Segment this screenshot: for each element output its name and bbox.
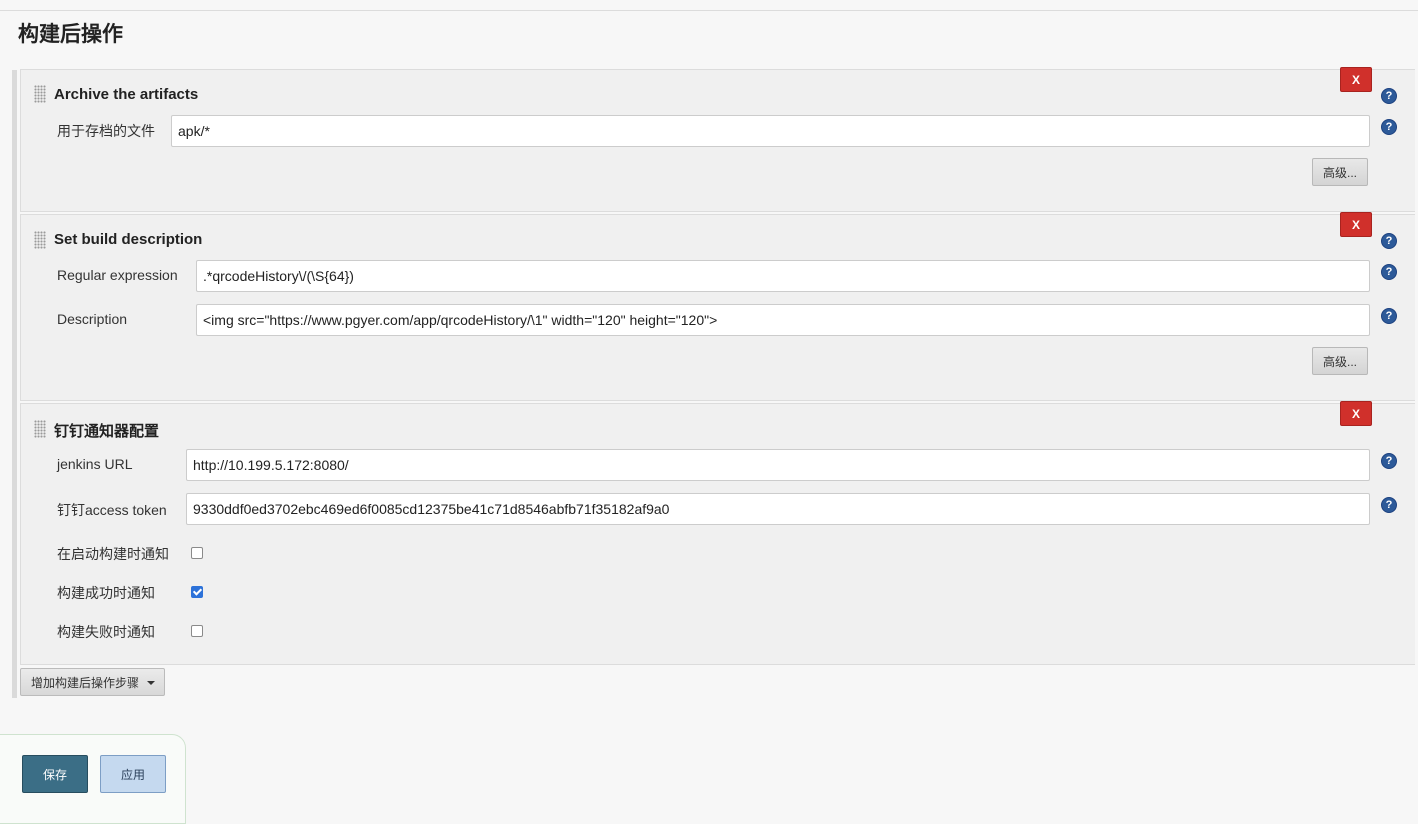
notify-on-start-label: 在启动构建时通知 bbox=[57, 546, 169, 562]
advanced-button[interactable]: 高级... bbox=[1312, 158, 1368, 186]
build-description-panel: Set build description X ? Regular expres… bbox=[20, 212, 1415, 401]
help-icon[interactable]: ? bbox=[1381, 264, 1397, 280]
regex-input[interactable] bbox=[196, 260, 1370, 292]
panel-title: 钉钉通知器配置 bbox=[54, 423, 160, 440]
drag-handle-icon[interactable] bbox=[34, 231, 46, 249]
drag-handle-icon[interactable] bbox=[34, 420, 46, 438]
advanced-button[interactable]: 高级... bbox=[1312, 347, 1368, 375]
description-input[interactable] bbox=[196, 304, 1370, 336]
section-side-bar bbox=[12, 70, 17, 698]
notify-on-failure-label: 构建失败时通知 bbox=[57, 624, 155, 640]
panel-title: Archive the artifacts bbox=[54, 86, 199, 103]
top-divider bbox=[0, 10, 1418, 11]
files-to-archive-label: 用于存档的文件 bbox=[57, 123, 155, 139]
notify-on-success-checkbox[interactable] bbox=[191, 586, 203, 598]
help-icon[interactable]: ? bbox=[1381, 308, 1397, 324]
add-step-label: 增加构建后操作步骤 bbox=[31, 675, 140, 690]
notify-on-failure-checkbox[interactable] bbox=[191, 625, 203, 637]
jenkins-url-label: jenkins URL bbox=[57, 456, 133, 472]
delete-step-button[interactable]: X bbox=[1340, 401, 1372, 426]
jenkins-url-input[interactable] bbox=[186, 449, 1370, 481]
help-icon[interactable]: ? bbox=[1381, 453, 1397, 469]
caret-down-icon bbox=[147, 681, 155, 685]
help-icon[interactable]: ? bbox=[1381, 497, 1397, 513]
help-icon[interactable]: ? bbox=[1381, 119, 1397, 135]
help-icon[interactable]: ? bbox=[1381, 88, 1397, 104]
panel-title: Set build description bbox=[54, 231, 203, 248]
add-post-build-step-button[interactable]: 增加构建后操作步骤 bbox=[20, 668, 165, 696]
dingtalk-notifier-panel: 钉钉通知器配置 X jenkins URL ? 钉钉access token ?… bbox=[20, 401, 1415, 665]
access-token-label: 钉钉access token bbox=[57, 502, 167, 518]
delete-step-button[interactable]: X bbox=[1340, 212, 1372, 237]
apply-button[interactable]: 应用 bbox=[100, 755, 166, 793]
delete-step-button[interactable]: X bbox=[1340, 67, 1372, 92]
notify-on-start-checkbox[interactable] bbox=[191, 547, 203, 559]
section-title: 构建后操作 bbox=[18, 23, 123, 46]
description-label: Description bbox=[57, 311, 128, 327]
help-icon[interactable]: ? bbox=[1381, 233, 1397, 249]
notify-on-success-label: 构建成功时通知 bbox=[57, 585, 155, 601]
save-button[interactable]: 保存 bbox=[22, 755, 88, 793]
files-to-archive-input[interactable] bbox=[171, 115, 1370, 147]
regex-label: Regular expression bbox=[57, 267, 178, 283]
drag-handle-icon[interactable] bbox=[34, 85, 46, 103]
access-token-input[interactable] bbox=[186, 493, 1370, 525]
archive-artifacts-panel: Archive the artifacts X ? 用于存档的文件 ? 高级..… bbox=[20, 67, 1415, 212]
